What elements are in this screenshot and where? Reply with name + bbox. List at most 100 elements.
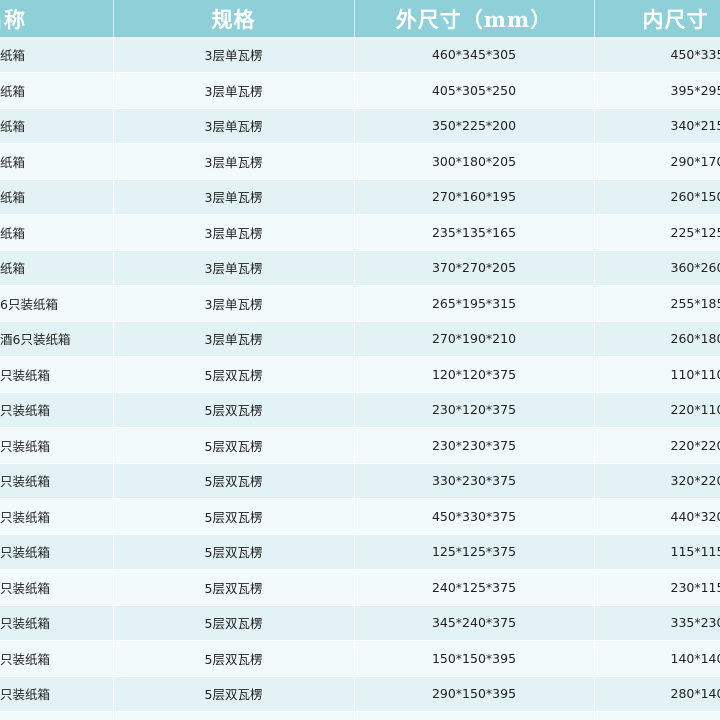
cell-name: 6只装纸箱 (0, 285, 114, 322)
table-row: 只装纸箱 5层双瓦楞 230*230*375 220*220 (0, 427, 720, 464)
cell-outer-size: 270*190*210 (354, 321, 595, 357)
cell-spec: 5层双瓦楞 (113, 498, 355, 535)
cell-name: 纸箱 (0, 37, 114, 73)
table-row: 只装纸箱 5层双瓦楞 125*125*375 115*115 (0, 534, 720, 570)
cell-inner-size: 335*230 (594, 605, 720, 641)
cell-inner-size: 110*110 (594, 356, 720, 393)
cell-name (0, 711, 114, 720)
cell-outer-size: 235*135*165 (354, 214, 595, 251)
header-outer-size: 外尺寸（mm） (354, 0, 595, 37)
cell-outer-size: 405*305*250 (354, 72, 595, 109)
cell-outer-size: 125*125*375 (354, 534, 595, 570)
cell-name: 只装纸箱 (0, 534, 114, 570)
cell-name: 只装纸箱 (0, 498, 114, 535)
table-row: 只装纸箱 5层双瓦楞 150*150*395 140*140 (0, 640, 720, 677)
cell-name: 只装纸箱 (0, 392, 114, 428)
spec-table-container: 名称 规格 外尺寸（mm） 内尺寸（ 纸箱3层单瓦楞460*345*305450… (0, 0, 720, 720)
header-row: 名称 规格 外尺寸（mm） 内尺寸（ (0, 0, 720, 37)
cell-name: 只装纸箱 (0, 427, 114, 464)
table-header: 名称 规格 外尺寸（mm） 内尺寸（ (0, 0, 720, 37)
cell-name: 只装纸箱 (0, 569, 114, 606)
header-spec: 规格 (113, 0, 355, 37)
cell-inner-size: 220*110 (594, 392, 720, 428)
table-row: 纸箱 3层单瓦楞 350*225*200 340*215 (0, 108, 720, 144)
table-row: 酒6只装纸箱 3层单瓦楞 270*190*210 260*180 (0, 321, 720, 357)
cell-inner-size: 140*140 (594, 640, 720, 677)
cell-outer-size: 350*225*200 (354, 108, 595, 144)
cell-spec: 5层双瓦楞 (113, 569, 355, 606)
cell-inner-size: 220*220 (594, 427, 720, 464)
table-row: 6只装纸箱 3层单瓦楞 265*195*315 255*185 (0, 285, 720, 322)
cell-outer-size: 150*150*395 (354, 640, 595, 677)
cell-outer-size: 330*230*375 (354, 463, 595, 499)
cell-outer-size: 345*240*375 (354, 605, 595, 641)
cell-name: 酒6只装纸箱 (0, 321, 114, 357)
cell-outer-size: 290*150*395 (354, 676, 595, 712)
cell-inner-size: 255*185 (594, 285, 720, 322)
table-row: 纸箱 3层单瓦楞 270*160*195 260*150 (0, 179, 720, 215)
cell-inner-size: 440*320 (594, 498, 720, 535)
cell-outer-size: 230*230*375 (354, 427, 595, 464)
table-row: 纸箱 3层单瓦楞 235*135*165 225*125 (0, 214, 720, 251)
cell-name: 只装纸箱 (0, 640, 114, 677)
cell-spec: 5层双瓦楞 (113, 427, 355, 464)
cell-spec: 3层单瓦楞 (113, 214, 355, 251)
table-row: 只装纸箱 5层双瓦楞 230*120*375 220*110 (0, 392, 720, 428)
table-body: 纸箱 3层单瓦楞 460*345*305 450*335 纸箱 3层单瓦楞 405*305*… (0, 37, 720, 720)
cell-inner-size: 360*260 (594, 250, 720, 286)
cell-spec: 3层单瓦楞 (113, 72, 355, 109)
cell-name: 纸箱 (0, 143, 114, 180)
cell-spec (113, 711, 355, 720)
cell-spec: 5层双瓦楞 (113, 463, 355, 499)
header-name: 名称 (0, 0, 114, 37)
cell-name: 纸箱 (0, 214, 114, 251)
cell-inner-size: 230*115 (594, 569, 720, 606)
cell-inner-size: 395*295 (594, 72, 720, 109)
cell-spec: 3层单瓦楞 (113, 250, 355, 286)
table-row: 纸箱 3层单瓦楞 405*305*250 395*295 (0, 72, 720, 109)
cell-outer-size: 450*330*375 (354, 498, 595, 535)
table-row: 纸箱 3层单瓦楞 460*345*305 450*335 (0, 37, 720, 73)
cell-spec: 5层双瓦楞 (113, 605, 355, 641)
cell-spec: 5层双瓦楞 (113, 356, 355, 393)
table-row: 纸箱 3层单瓦楞 300*180*205 290*170 (0, 143, 720, 180)
cell-spec: 3层单瓦楞 (113, 285, 355, 322)
cell-outer-size: 300*180*205 (354, 143, 595, 180)
cell-inner-size: 260*150 (594, 179, 720, 215)
cell-name: 纸箱 (0, 108, 114, 144)
cell-outer-size (354, 711, 595, 720)
table-row: 纸箱 3层单瓦楞 370*270*205 360*260 (0, 250, 720, 286)
cell-spec: 5层双瓦楞 (113, 534, 355, 570)
cell-name: 只装纸箱 (0, 605, 114, 641)
cell-name: 只装纸箱 (0, 676, 114, 712)
table-row: 只装纸箱 5层双瓦楞 345*240*375 335*230 (0, 605, 720, 641)
cell-outer-size: 240*125*375 (354, 569, 595, 606)
cell-spec: 3层单瓦楞 (113, 108, 355, 144)
cell-outer-size: 270*160*195 (354, 179, 595, 215)
table-row: 只装纸箱 5层双瓦楞 240*125*375 230*115 (0, 569, 720, 606)
cell-outer-size: 120*120*375 (354, 356, 595, 393)
cell-inner-size: 320*220 (594, 463, 720, 499)
cell-inner-size: 340*215 (594, 108, 720, 144)
cell-spec: 3层单瓦楞 (113, 179, 355, 215)
cell-outer-size: 370*270*205 (354, 250, 595, 286)
cell-spec: 5层双瓦楞 (113, 392, 355, 428)
cell-inner-size: 115*115 (594, 534, 720, 570)
cell-name: 只装纸箱 (0, 463, 114, 499)
table-row: 只装纸箱 5层双瓦楞 120*120*375 110*110 (0, 356, 720, 393)
cell-name: 纸箱 (0, 250, 114, 286)
cell-spec: 3层单瓦楞 (113, 321, 355, 357)
table-row: 只装纸箱 5层双瓦楞 450*330*375 440*320 (0, 498, 720, 535)
cell-spec: 5层双瓦楞 (113, 676, 355, 712)
cell-spec: 3层单瓦楞 (113, 143, 355, 180)
cell-outer-size: 460*345*305 (354, 37, 595, 73)
cell-spec: 5层双瓦楞 (113, 640, 355, 677)
carton-spec-table: 名称 规格 外尺寸（mm） 内尺寸（ 纸箱3层单瓦楞460*345*305450… (0, 0, 720, 720)
cell-outer-size: 265*195*315 (354, 285, 595, 322)
cell-inner-size: 290*170 (594, 143, 720, 180)
cell-inner-size: 260*180 (594, 321, 720, 357)
header-inner-size: 内尺寸（ (594, 0, 720, 37)
table-row: 只装纸箱 5层双瓦楞 330*230*375 320*220 (0, 463, 720, 499)
cell-inner-size: 450*335 (594, 37, 720, 73)
cell-name: 只装纸箱 (0, 356, 114, 393)
